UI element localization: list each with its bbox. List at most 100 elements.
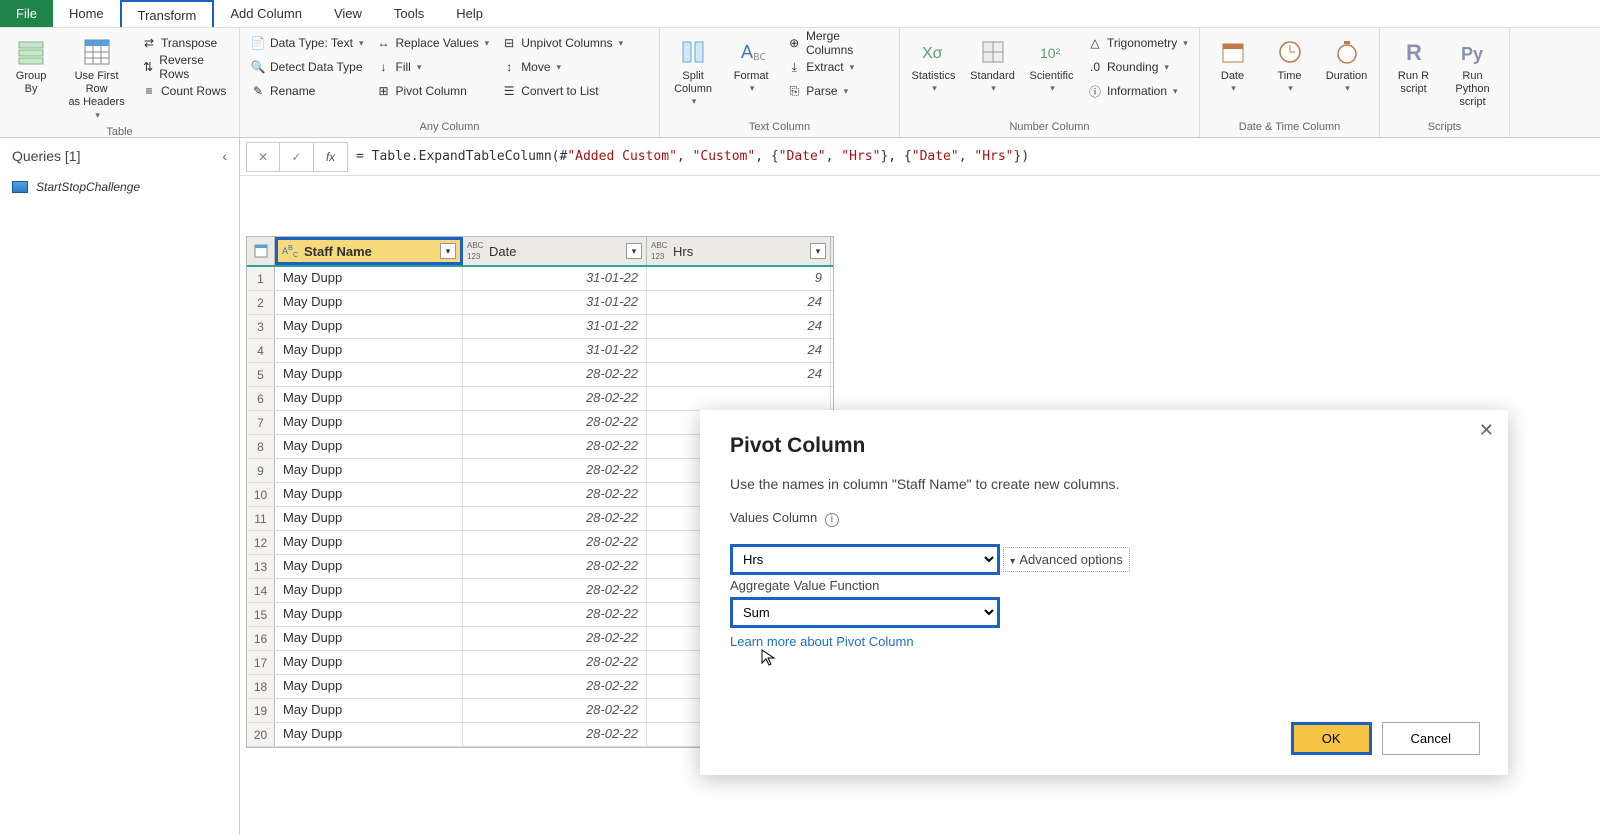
rename-button[interactable]: ✎Rename: [246, 80, 367, 102]
cell-staff[interactable]: May Dupp: [275, 339, 463, 362]
values-column-select[interactable]: Hrs: [730, 544, 1000, 575]
menu-file[interactable]: File: [0, 0, 53, 27]
cell-staff[interactable]: May Dupp: [275, 291, 463, 314]
date-button[interactable]: Date▾: [1206, 32, 1259, 98]
cell-date[interactable]: 28-02-22: [463, 459, 647, 482]
table-row[interactable]: 6May Dupp28-02-22: [247, 387, 833, 411]
formula-input[interactable]: = Table.ExpandTableColumn(#"Added Custom…: [348, 143, 1600, 170]
cell-staff[interactable]: May Dupp: [275, 483, 463, 506]
cell-date[interactable]: 31-01-22: [463, 339, 647, 362]
cell-staff[interactable]: May Dupp: [275, 435, 463, 458]
cancel-formula-button[interactable]: ✕: [246, 142, 280, 172]
cell-date[interactable]: 28-02-22: [463, 531, 647, 554]
cell-date[interactable]: 28-02-22: [463, 603, 647, 626]
mergecolumns-button[interactable]: ⊕Merge Columns: [782, 32, 893, 54]
row-number[interactable]: 4: [247, 339, 275, 362]
scientific-button[interactable]: 10² Scientific▾: [1024, 32, 1079, 98]
query-item[interactable]: StartStopChallenge: [0, 174, 239, 200]
cell-date[interactable]: 28-02-22: [463, 507, 647, 530]
rounding-button[interactable]: .0Rounding▾: [1083, 56, 1192, 78]
time-button[interactable]: Time▾: [1263, 32, 1316, 98]
parse-button[interactable]: ⎘Parse▾: [782, 80, 893, 102]
cell-staff[interactable]: May Dupp: [275, 699, 463, 722]
cell-date[interactable]: 28-02-22: [463, 651, 647, 674]
replacevalues-button[interactable]: ↔Replace Values▾: [371, 32, 493, 54]
converttolist-button[interactable]: ☰Convert to List: [497, 80, 627, 102]
row-number[interactable]: 16: [247, 627, 275, 650]
format-button[interactable]: ABC Format▾: [724, 32, 778, 98]
cell-hrs[interactable]: 24: [647, 291, 831, 314]
row-number[interactable]: 18: [247, 675, 275, 698]
cell-date[interactable]: 31-01-22: [463, 291, 647, 314]
row-number[interactable]: 7: [247, 411, 275, 434]
info-icon[interactable]: i: [825, 513, 839, 527]
row-number[interactable]: 13: [247, 555, 275, 578]
cell-staff[interactable]: May Dupp: [275, 603, 463, 626]
close-button[interactable]: ✕: [1479, 420, 1494, 441]
usefirstrow-button[interactable]: Use First Row as Headers▾: [60, 32, 133, 124]
row-number[interactable]: 20: [247, 723, 275, 746]
row-number[interactable]: 19: [247, 699, 275, 722]
duration-button[interactable]: Duration▾: [1320, 32, 1373, 98]
learn-more-link[interactable]: Learn more about Pivot Column: [730, 634, 1478, 649]
table-row[interactable]: 3May Dupp31-01-2224: [247, 315, 833, 339]
cell-hrs[interactable]: 24: [647, 363, 831, 386]
cell-staff[interactable]: May Dupp: [275, 555, 463, 578]
menu-transform[interactable]: Transform: [120, 0, 215, 27]
cell-staff[interactable]: May Dupp: [275, 531, 463, 554]
row-number[interactable]: 3: [247, 315, 275, 338]
cell-date[interactable]: 28-02-22: [463, 699, 647, 722]
standard-button[interactable]: Standard▾: [965, 32, 1020, 98]
column-header-date[interactable]: ABC123 Date ▾: [463, 237, 647, 265]
table-options-button[interactable]: [247, 237, 275, 265]
row-number[interactable]: 5: [247, 363, 275, 386]
fx-button[interactable]: fx: [314, 142, 348, 172]
advanced-options-toggle[interactable]: Advanced options: [1003, 547, 1129, 572]
cell-date[interactable]: 28-02-22: [463, 483, 647, 506]
runpython-button[interactable]: Py Run Python script: [1445, 32, 1500, 114]
row-number[interactable]: 12: [247, 531, 275, 554]
fill-button[interactable]: ↓Fill▾: [371, 56, 493, 78]
countrows-button[interactable]: ≡Count Rows: [137, 80, 233, 102]
cell-date[interactable]: 28-02-22: [463, 723, 647, 746]
runr-button[interactable]: R Run R script: [1386, 32, 1441, 100]
cell-date[interactable]: 31-01-22: [463, 267, 647, 290]
cell-date[interactable]: 28-02-22: [463, 627, 647, 650]
trig-button[interactable]: △Trigonometry▾: [1083, 32, 1192, 54]
extract-button[interactable]: ⤓Extract▾: [782, 56, 893, 78]
cell-date[interactable]: 28-02-22: [463, 363, 647, 386]
table-row[interactable]: 4May Dupp31-01-2224: [247, 339, 833, 363]
confirm-formula-button[interactable]: ✓: [280, 142, 314, 172]
cell-date[interactable]: 28-02-22: [463, 579, 647, 602]
cell-staff[interactable]: May Dupp: [275, 651, 463, 674]
row-number[interactable]: 11: [247, 507, 275, 530]
cell-staff[interactable]: May Dupp: [275, 363, 463, 386]
cell-date[interactable]: 28-02-22: [463, 435, 647, 458]
cell-staff[interactable]: May Dupp: [275, 723, 463, 746]
table-row[interactable]: 2May Dupp31-01-2224: [247, 291, 833, 315]
transpose-button[interactable]: ⇄Transpose: [137, 32, 233, 54]
row-number[interactable]: 17: [247, 651, 275, 674]
menu-addcolumn[interactable]: Add Column: [214, 0, 318, 27]
table-row[interactable]: 1May Dupp31-01-229: [247, 267, 833, 291]
datatype-button[interactable]: 📄Data Type: Text▾: [246, 32, 367, 54]
row-number[interactable]: 10: [247, 483, 275, 506]
filter-button[interactable]: ▾: [810, 243, 826, 259]
cancel-button[interactable]: Cancel: [1382, 722, 1480, 755]
table-row[interactable]: 5May Dupp28-02-2224: [247, 363, 833, 387]
detecttype-button[interactable]: 🔍Detect Data Type: [246, 56, 367, 78]
cell-staff[interactable]: May Dupp: [275, 267, 463, 290]
cell-staff[interactable]: May Dupp: [275, 579, 463, 602]
menu-home[interactable]: Home: [53, 0, 120, 27]
cell-hrs[interactable]: 24: [647, 339, 831, 362]
cell-date[interactable]: 28-02-22: [463, 387, 647, 410]
row-number[interactable]: 14: [247, 579, 275, 602]
row-number[interactable]: 2: [247, 291, 275, 314]
cell-staff[interactable]: May Dupp: [275, 411, 463, 434]
unpivot-button[interactable]: ⊟Unpivot Columns▾: [497, 32, 627, 54]
cell-staff[interactable]: May Dupp: [275, 387, 463, 410]
cell-staff[interactable]: May Dupp: [275, 459, 463, 482]
menu-tools[interactable]: Tools: [378, 0, 440, 27]
cell-hrs[interactable]: 24: [647, 315, 831, 338]
groupby-button[interactable]: Group By: [6, 32, 56, 100]
